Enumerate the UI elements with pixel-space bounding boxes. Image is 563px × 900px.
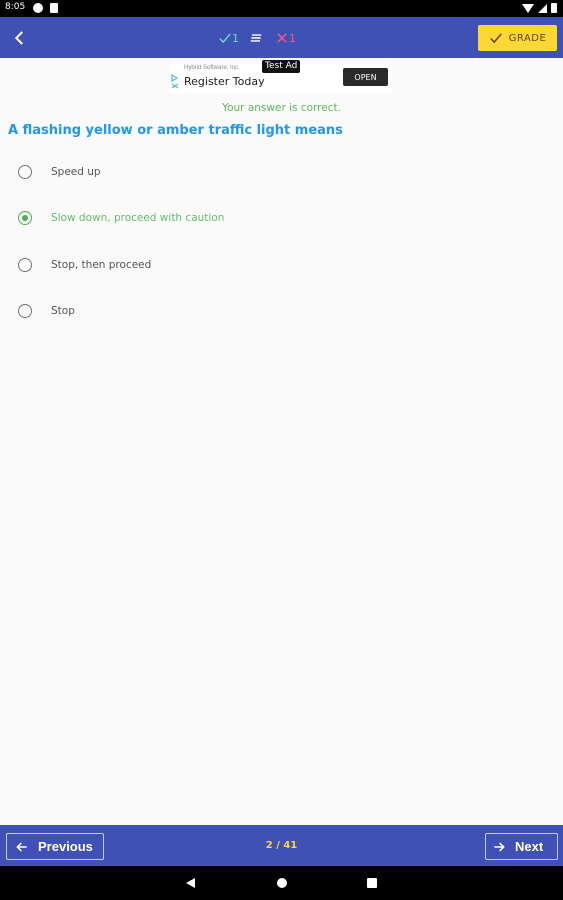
back-button[interactable] xyxy=(8,26,32,50)
ad-open-button[interactable]: OPEN xyxy=(343,68,388,86)
answer-option[interactable]: Stop, then proceed xyxy=(18,254,418,276)
arrow-right-icon xyxy=(494,841,505,852)
ad-choices-icon[interactable] xyxy=(171,73,179,89)
answer-option[interactable]: Slow down, proceed with caution xyxy=(18,207,418,229)
grade-label: GRADE xyxy=(508,32,547,44)
page-indicator: 2 / 41 xyxy=(265,840,298,851)
status-time: 8:05 xyxy=(5,2,26,12)
system-home-icon[interactable] xyxy=(277,878,287,888)
radio-button[interactable] xyxy=(18,211,32,225)
correct-count-value: 1 xyxy=(232,31,239,45)
wrong-count-value: 1 xyxy=(289,31,296,45)
system-nav-bar xyxy=(0,866,563,900)
close-icon xyxy=(277,33,287,43)
notification-icon xyxy=(33,3,43,13)
radio-button[interactable] xyxy=(18,165,32,179)
test-ad-badge: Test Ad xyxy=(262,60,301,73)
correct-count[interactable]: 1 xyxy=(218,31,239,45)
status-bar: 8:05 xyxy=(0,0,563,17)
option-label: Speed up xyxy=(51,166,101,178)
answer-option[interactable]: Speed up xyxy=(18,161,418,183)
answer-option[interactable]: Stop xyxy=(18,300,418,322)
question-list-icon[interactable] xyxy=(249,31,263,45)
bottom-bar: Previous 2 / 41 Next xyxy=(0,825,563,866)
next-label: Next xyxy=(515,839,544,854)
grade-button[interactable]: GRADE xyxy=(478,25,557,51)
ad-advertiser: Hybrid Software, Inc. xyxy=(184,65,240,71)
radio-button[interactable] xyxy=(18,304,32,318)
answer-feedback: Your answer is correct. xyxy=(222,102,341,114)
score-summary: 1 1 xyxy=(218,29,296,47)
arrow-back-icon xyxy=(14,31,23,45)
check-icon xyxy=(219,33,231,44)
app-bar: 1 1 GRADE xyxy=(0,17,563,58)
sd-card-icon xyxy=(50,3,58,13)
system-recents-icon[interactable] xyxy=(367,878,377,888)
next-button[interactable]: Next xyxy=(485,833,558,860)
signal-icon xyxy=(538,3,547,13)
option-label: Stop, then proceed xyxy=(51,259,152,271)
option-label: Stop xyxy=(51,305,75,317)
system-back-icon[interactable] xyxy=(186,878,195,888)
wrong-count[interactable]: 1 xyxy=(275,31,296,45)
status-icons xyxy=(522,2,557,14)
wifi-icon xyxy=(522,3,534,13)
option-label: Slow down, proceed with caution xyxy=(51,212,225,224)
check-icon xyxy=(489,33,502,44)
battery-icon xyxy=(551,3,557,13)
ad-title: Register Today xyxy=(184,75,265,88)
radio-button[interactable] xyxy=(18,258,32,272)
question-text: A flashing yellow or amber traffic light… xyxy=(8,123,343,138)
